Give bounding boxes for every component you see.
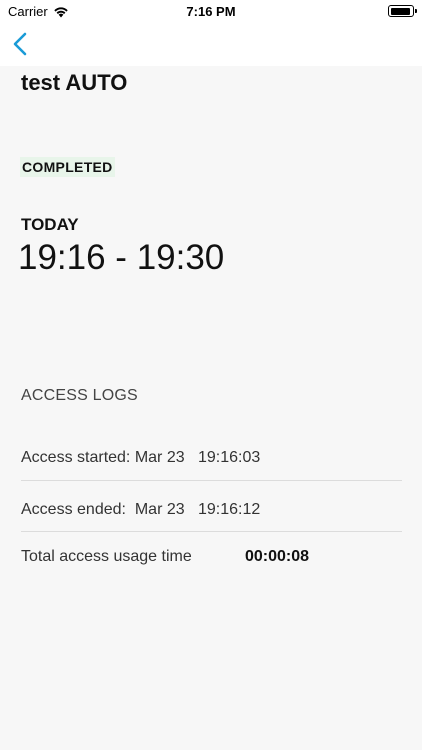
- access-started-row: Access started: Mar 23 19:16:03: [21, 449, 402, 467]
- booking-title: test AUTO: [21, 70, 128, 95]
- time-range: 19:16 - 19:30: [18, 238, 225, 277]
- chevron-left-icon: [13, 32, 27, 56]
- navigation-bar: [0, 22, 422, 66]
- status-badge: COMPLETED: [20, 157, 115, 177]
- status-time: 7:16 PM: [186, 4, 236, 19]
- access-logs-heading: ACCESS LOGS: [21, 387, 138, 404]
- total-usage-value: 00:00:08: [245, 548, 310, 565]
- access-ended-row: Access ended: Mar 23 19:16:12: [21, 501, 402, 519]
- battery-level: [390, 7, 410, 15]
- battery-icon: [388, 5, 417, 17]
- access-started-text: Access started: Mar 23 19:16:03: [21, 449, 261, 466]
- back-button[interactable]: [8, 30, 36, 58]
- total-usage-label: Total access usage time: [21, 548, 192, 565]
- divider: [21, 531, 402, 532]
- access-ended-text: Access ended: Mar 23 19:16:12: [21, 501, 261, 518]
- day-label: TODAY: [21, 215, 79, 234]
- divider: [21, 480, 402, 481]
- status-bar: Carrier 7:16 PM: [0, 0, 422, 22]
- total-usage-row: Total access usage time 00:00:08: [21, 548, 402, 566]
